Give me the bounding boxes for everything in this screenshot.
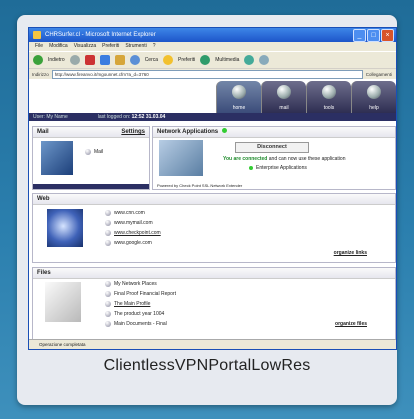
address-input[interactable]: http://www.fireanvo.it/mgounnet.cfm?a_d=… [51, 69, 363, 79]
menu-modifica[interactable]: Modifica [49, 42, 68, 51]
back-label[interactable]: Indietro [48, 57, 65, 63]
refresh-icon[interactable] [99, 55, 110, 65]
favorites-icon[interactable] [163, 55, 174, 65]
title-bar: CHRSurfer.cl - Microsoft Internet Explor… [29, 28, 396, 42]
file-link-icon [105, 321, 111, 327]
enterprise-dot-icon [249, 166, 253, 170]
forward-icon[interactable] [69, 55, 80, 65]
browser-window: CHRSurfer.cl - Microsoft Internet Explor… [28, 27, 397, 350]
tab-tools[interactable]: tools [306, 81, 351, 113]
organize-links[interactable]: organize links [334, 250, 367, 256]
enterprise-applications-link[interactable]: Enterprise Applications [249, 165, 307, 171]
menu-preferiti[interactable]: Preferiti [102, 42, 119, 51]
media-label[interactable]: Multimedia [215, 57, 239, 63]
connected-text: You are connected [223, 156, 268, 162]
connection-status: You are connected and can now use these … [223, 156, 346, 162]
menu-file[interactable]: File [35, 42, 43, 51]
menu-visualizza[interactable]: Visualizza [74, 42, 96, 51]
lock-icon [159, 140, 203, 176]
address-bar: Indirizzo http://www.fireanvo.it/mgounne… [29, 68, 396, 79]
user-label: User: My Name [33, 114, 68, 120]
maximize-button[interactable]: □ [367, 29, 380, 42]
menu-bar: File Modifica Visualizza Preferiti Strum… [29, 42, 396, 51]
links-label[interactable]: Collegamenti [366, 72, 396, 77]
mail-link[interactable]: Mail [85, 149, 103, 155]
search-icon[interactable] [129, 55, 140, 65]
toolbar: Indietro Cerca Preferiti Multimedia [29, 51, 396, 68]
web-link[interactable]: www.cnn.com [105, 210, 145, 216]
status-text: Operazione completata [39, 342, 86, 347]
file-link[interactable]: Main Documents - Final [105, 321, 167, 327]
file-link[interactable]: My Network Places [105, 281, 157, 287]
organize-files[interactable]: organize files [335, 321, 367, 327]
files-title: Files [37, 270, 51, 276]
media-icon[interactable] [200, 55, 211, 65]
tab-mail[interactable]: mail [261, 81, 306, 113]
mail-title: Mail [37, 129, 49, 135]
globe-image [47, 209, 83, 247]
web-link[interactable]: www.google.com [105, 240, 152, 246]
back-icon[interactable] [33, 55, 43, 65]
last-logged-time: 12:52 31.03.04 [131, 114, 166, 120]
file-link[interactable]: Final Proof Financial Report [105, 291, 176, 297]
web-panel: Web www.cnn.com www.mymail.com www.check… [32, 193, 396, 263]
tab-help[interactable]: help [351, 81, 396, 113]
menu-help[interactable]: ? [153, 42, 156, 51]
mail-bullet-icon [85, 149, 91, 155]
search-label[interactable]: Cerca [145, 57, 158, 63]
mail-tab-icon [277, 85, 291, 99]
web-link[interactable]: www.mymail.com [105, 220, 153, 226]
file-link-icon [105, 301, 111, 307]
settings-link[interactable]: Settings [121, 127, 145, 137]
favorites-label[interactable]: Preferiti [178, 57, 195, 63]
file-link[interactable]: The Main Profile [105, 301, 150, 307]
file-link[interactable]: The product year 1004 [105, 311, 164, 317]
web-link[interactable]: www.checkpoint.com [105, 230, 161, 236]
home-tab-icon [232, 85, 246, 99]
file-link-icon [105, 281, 111, 287]
close-button[interactable]: × [381, 29, 394, 42]
disconnect-button[interactable]: Disconnect [235, 142, 309, 153]
network-applications-panel: Network Applications Disconnect You are … [152, 126, 396, 190]
home-icon[interactable] [114, 55, 125, 65]
help-tab-icon [367, 85, 381, 99]
user-bar: User: My Name last logged on: 12:52 31.0… [29, 113, 396, 121]
stop-icon[interactable] [84, 55, 95, 65]
web-link-icon [105, 230, 111, 236]
history-icon[interactable] [244, 55, 255, 65]
status-dot-icon [221, 128, 227, 133]
tab-home[interactable]: home [216, 81, 261, 113]
minimize-button[interactable]: _ [353, 29, 366, 42]
network-applications-title: Network Applications [157, 129, 219, 135]
ie-icon [33, 31, 41, 39]
window-title: CHRSurfer.cl - Microsoft Internet Explor… [45, 32, 156, 38]
mail-image [41, 141, 73, 175]
files-image [45, 282, 81, 322]
powered-by: Powered by Check Point SSL Network Exten… [157, 183, 243, 188]
tools-tab-icon [322, 85, 336, 99]
web-link-icon [105, 240, 111, 246]
mail-panel: Mail Settings Mail [32, 126, 150, 190]
mail-icon[interactable] [259, 55, 270, 65]
connected-rest-text: and can now use these application [268, 156, 346, 162]
portal-header: home mail tools help [29, 79, 396, 113]
web-title: Web [37, 196, 50, 202]
file-link-icon [105, 311, 111, 317]
web-link-icon [105, 210, 111, 216]
web-link-icon [105, 220, 111, 226]
mail-panel-footer [33, 184, 149, 189]
caption: ClientlessVPNPortalLowRes [103, 357, 311, 374]
files-panel: Files My Network Places Final Proof Fina… [32, 267, 396, 341]
last-logged-label: last logged on: [97, 114, 131, 120]
status-bar: Operazione completata [29, 339, 396, 349]
file-link-icon [105, 291, 111, 297]
address-label: Indirizzo [32, 71, 49, 77]
menu-strumenti[interactable]: Strumenti [125, 42, 146, 51]
